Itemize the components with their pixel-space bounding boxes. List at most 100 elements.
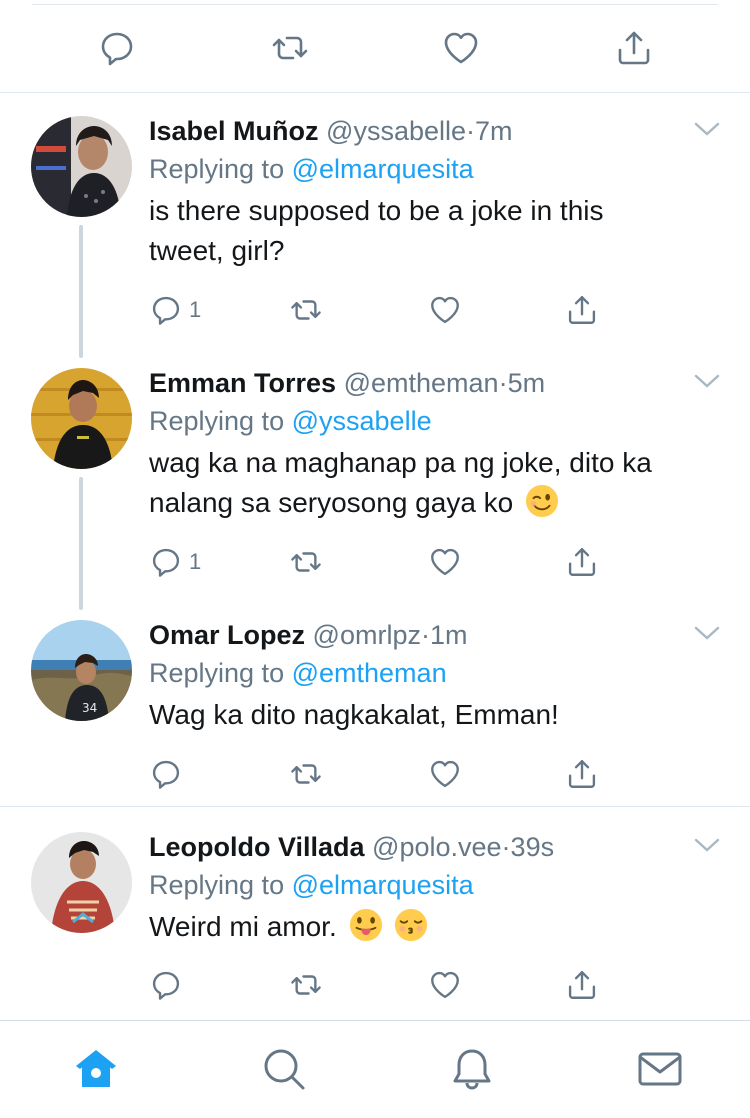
share-button[interactable] bbox=[565, 754, 599, 794]
tweet-text-line: wag ka na maghanap pa ng joke, dito ka bbox=[149, 447, 652, 478]
tweet-text-line: Weird mi amor. bbox=[149, 911, 337, 942]
home-icon[interactable] bbox=[72, 1045, 120, 1093]
reply-button[interactable]: 1 bbox=[149, 542, 201, 582]
reply-button[interactable] bbox=[149, 965, 183, 1005]
tweet-text-line: is there supposed to be a joke in this bbox=[149, 195, 604, 226]
mention-link[interactable]: @elmarquesita bbox=[292, 870, 474, 900]
like-button[interactable] bbox=[428, 754, 462, 794]
winking-face-emoji-icon bbox=[525, 484, 559, 518]
tweet-actions: 1 bbox=[149, 542, 619, 582]
display-name[interactable]: Isabel Muñoz bbox=[149, 116, 319, 146]
avatar[interactable]: 34 bbox=[31, 620, 132, 721]
replying-to: Replying to @yssabelle bbox=[149, 403, 432, 439]
retweet-button[interactable] bbox=[287, 290, 325, 330]
chevron-down-icon[interactable] bbox=[692, 369, 722, 393]
tweet-text: wag ka na maghanap pa ng joke, dito ka n… bbox=[149, 443, 724, 523]
chevron-down-icon[interactable] bbox=[692, 833, 722, 857]
reply-icon bbox=[152, 971, 180, 1000]
tweet-omar[interactable]: 34 Omar Lopez @omrlpz·1m Replying to @em… bbox=[0, 617, 750, 789]
tweet-header: Emman Torres @emtheman·5m bbox=[149, 365, 545, 401]
like-button[interactable] bbox=[428, 965, 462, 1005]
kissing-face-emoji-icon bbox=[395, 908, 428, 942]
tweet-text-line: nalang sa seryosong gaya ko bbox=[149, 487, 514, 518]
avatar[interactable] bbox=[31, 116, 132, 217]
mention-link[interactable]: @emtheman bbox=[292, 658, 447, 688]
share-button[interactable] bbox=[565, 965, 599, 1005]
reply-count: 1 bbox=[189, 297, 202, 322]
share-icon bbox=[568, 760, 596, 788]
like-button[interactable] bbox=[428, 290, 462, 330]
tweet-text-line-wrap: nalang sa seryosong gaya ko bbox=[149, 483, 724, 523]
separator-dot: · bbox=[420, 620, 430, 650]
share-button[interactable] bbox=[565, 290, 599, 330]
share-button[interactable] bbox=[565, 542, 599, 582]
replying-to: Replying to @elmarquesita bbox=[149, 151, 474, 187]
bottom-tab-bar bbox=[0, 1020, 750, 1118]
timestamp[interactable]: 39s bbox=[511, 832, 555, 862]
tweet-text: is there supposed to be a joke in this t… bbox=[149, 191, 724, 271]
tweet-leopoldo[interactable]: Leopoldo Villada @polo.vee·39s Replying … bbox=[0, 829, 750, 1009]
chevron-down-icon[interactable] bbox=[692, 621, 722, 645]
retweet-button[interactable] bbox=[287, 542, 325, 582]
divider bbox=[0, 806, 750, 807]
reply-button[interactable] bbox=[149, 754, 183, 794]
replying-to: Replying to @elmarquesita bbox=[149, 867, 474, 903]
retweet-button[interactable] bbox=[287, 754, 325, 794]
tweet-header: Leopoldo Villada @polo.vee·39s bbox=[149, 829, 554, 865]
replying-prefix: Replying to bbox=[149, 406, 285, 436]
mention-link[interactable]: @elmarquesita bbox=[292, 154, 474, 184]
replying-to: Replying to @emtheman bbox=[149, 655, 447, 691]
tweet-text-line: Wag ka dito nagkakalat, Emman! bbox=[149, 699, 559, 730]
timestamp[interactable]: 1m bbox=[430, 620, 468, 650]
replying-prefix: Replying to bbox=[149, 154, 285, 184]
tweet-header: Isabel Muñoz @yssabelle·7m bbox=[149, 113, 513, 149]
tweet-text-line: tweet, girl? bbox=[149, 235, 285, 266]
separator-dot: · bbox=[466, 116, 476, 146]
replying-prefix: Replying to bbox=[149, 658, 285, 688]
separator-dot: · bbox=[501, 832, 511, 862]
tweet-actions bbox=[149, 754, 619, 794]
display-name[interactable]: Emman Torres bbox=[149, 368, 336, 398]
like-icon bbox=[431, 296, 459, 324]
tongue-face-emoji-icon bbox=[349, 908, 382, 942]
retweet-icon bbox=[291, 764, 321, 784]
retweet-icon bbox=[291, 975, 321, 995]
handle[interactable]: @emtheman bbox=[344, 368, 499, 398]
retweet-icon bbox=[291, 300, 321, 320]
avatar[interactable] bbox=[31, 368, 132, 469]
search-icon[interactable] bbox=[260, 1045, 308, 1093]
separator-dot: · bbox=[498, 368, 508, 398]
share-icon[interactable] bbox=[614, 28, 654, 68]
like-icon bbox=[431, 971, 459, 999]
mention-link[interactable]: @yssabelle bbox=[292, 406, 432, 436]
display-name[interactable]: Omar Lopez bbox=[149, 620, 305, 650]
tweet-header: Omar Lopez @omrlpz·1m bbox=[149, 617, 467, 653]
replying-prefix: Replying to bbox=[149, 870, 285, 900]
like-icon bbox=[431, 548, 459, 576]
bell-icon[interactable] bbox=[448, 1045, 496, 1093]
handle[interactable]: @polo.vee bbox=[372, 832, 502, 862]
divider bbox=[0, 92, 750, 93]
display-name[interactable]: Leopoldo Villada bbox=[149, 832, 365, 862]
mail-icon[interactable] bbox=[636, 1045, 684, 1093]
tweet-actions bbox=[149, 965, 619, 1005]
handle[interactable]: @omrlpz bbox=[313, 620, 421, 650]
chevron-down-icon[interactable] bbox=[692, 117, 722, 141]
tweet-emman[interactable]: Emman Torres @emtheman·5m Replying to @y… bbox=[0, 365, 750, 585]
reply-button[interactable]: 1 bbox=[149, 290, 201, 330]
tweet-isabel[interactable]: Isabel Muñoz @yssabelle·7m Replying to @… bbox=[0, 113, 750, 333]
timestamp[interactable]: 7m bbox=[475, 116, 513, 146]
avatar[interactable] bbox=[31, 832, 132, 933]
handle[interactable]: @yssabelle bbox=[326, 116, 466, 146]
timestamp[interactable]: 5m bbox=[508, 368, 546, 398]
like-button[interactable] bbox=[428, 542, 462, 582]
retweet-icon[interactable] bbox=[270, 28, 310, 68]
tweet-text: Wag ka dito nagkakalat, Emman! bbox=[149, 695, 724, 735]
retweet-button[interactable] bbox=[287, 965, 325, 1005]
reply-icon bbox=[152, 548, 180, 577]
like-icon[interactable] bbox=[441, 28, 481, 68]
reply-icon bbox=[152, 760, 180, 789]
retweet-icon bbox=[291, 552, 321, 572]
reply-icon[interactable] bbox=[97, 28, 137, 68]
reply-count: 1 bbox=[189, 549, 202, 574]
